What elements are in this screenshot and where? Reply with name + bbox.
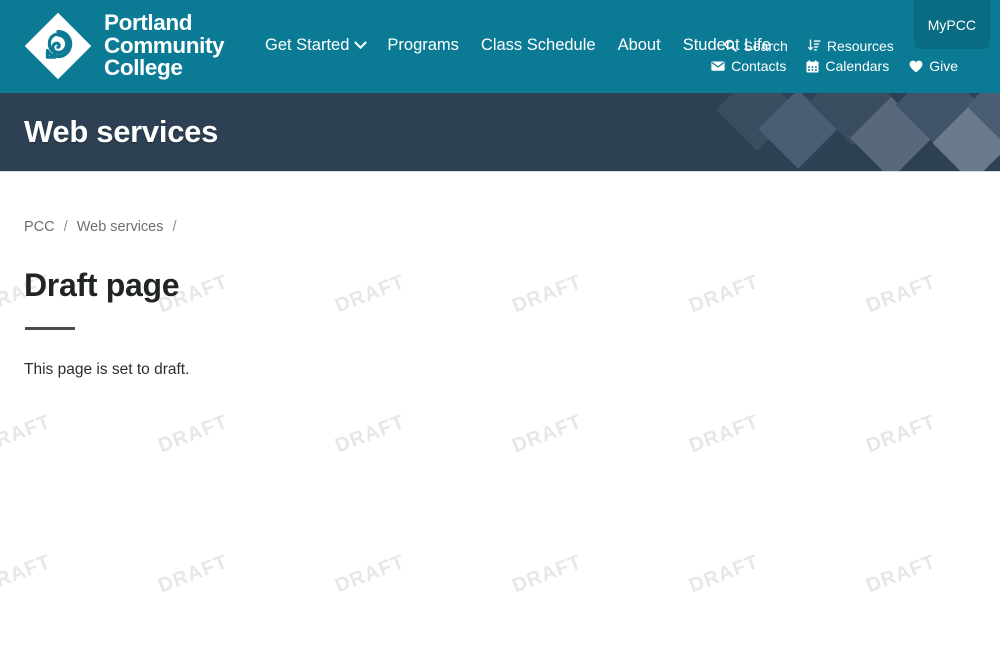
utility-item-mypcc[interactable]: MyPCC — [913, 0, 990, 49]
breadcrumb-separator: / — [63, 219, 68, 235]
utility-label: Contacts — [731, 58, 787, 74]
utility-label: Give — [929, 58, 958, 74]
draft-watermark-text: DRAFT — [332, 410, 409, 458]
utility-navigation: Search Resources MyPCC Contacts Calendar… — [711, 0, 1000, 93]
utility-label: MyPCC — [927, 16, 976, 33]
nav-item-about[interactable]: About — [618, 36, 661, 55]
breadcrumb-item-pcc[interactable]: PCC — [24, 219, 55, 235]
utility-item-calendars[interactable]: Calendars — [806, 58, 889, 74]
main-content: PCC / Web services / Draft page This pag… — [0, 172, 1000, 382]
title-underline-rule — [25, 327, 75, 330]
site-header: Portland Community College Get Started P… — [0, 0, 1000, 93]
brand-line-2: Community — [104, 32, 225, 58]
draft-watermark-text: DRAFT — [155, 410, 232, 458]
breadcrumb: PCC / Web services / — [24, 172, 976, 236]
brand-line-1: Portland — [104, 10, 193, 36]
calendar-icon — [806, 59, 819, 73]
draft-watermark-text: DRAFT — [509, 410, 586, 458]
pcc-diamond-spiral-logo-icon — [24, 12, 92, 80]
draft-watermark-text: DRAFT — [863, 410, 940, 458]
draft-watermark-text: DRAFT — [0, 550, 55, 598]
draft-watermark-text: DRAFT — [686, 550, 763, 598]
nav-item-programs[interactable]: Programs — [387, 36, 459, 55]
utility-label: Search — [743, 37, 788, 54]
nav-label: Get Started — [265, 36, 350, 54]
draft-watermark-text: DRAFT — [332, 550, 409, 598]
page-title: Web services — [24, 114, 219, 149]
content-body-text: This page is set to draft. — [24, 361, 190, 378]
utility-item-contacts[interactable]: Contacts — [711, 58, 786, 74]
breadcrumb-item-web-services[interactable]: Web services — [77, 219, 164, 235]
brand-wordmark: Portland Community College — [104, 10, 225, 81]
draft-watermark-text: DRAFT — [0, 410, 55, 458]
draft-watermark-text: DRAFT — [155, 550, 232, 598]
sort-sliders-icon — [807, 39, 821, 52]
nav-item-class-schedule[interactable]: Class Schedule — [481, 36, 596, 55]
envelope-icon — [711, 60, 725, 72]
brand-line-3: College — [104, 55, 183, 81]
nav-item-get-started[interactable]: Get Started — [265, 36, 368, 55]
search-icon — [724, 39, 738, 52]
utility-item-give[interactable]: Give — [909, 58, 958, 74]
banner-diamond-decoration — [710, 93, 1000, 171]
heart-icon — [909, 60, 923, 73]
page-title-banner: Web services — [0, 93, 1000, 172]
utility-item-resources[interactable]: Resources — [807, 37, 894, 54]
utility-item-search[interactable]: Search — [724, 37, 788, 54]
page-root: Portland Community College Get Started P… — [0, 0, 1000, 648]
utility-nav-row-2: Contacts Calendars Give — [711, 58, 958, 74]
chevron-down-icon — [354, 36, 368, 50]
draft-watermark-text: DRAFT — [686, 410, 763, 458]
primary-navigation: Get Started Programs Class Schedule Abou… — [265, 36, 771, 55]
utility-label: Calendars — [825, 58, 890, 74]
content-heading: Draft page — [24, 267, 180, 303]
draft-watermark-text: DRAFT — [863, 550, 940, 598]
site-logo-link[interactable]: Portland Community College — [24, 10, 225, 81]
breadcrumb-separator: / — [172, 219, 177, 235]
utility-label: Resources — [826, 37, 894, 54]
draft-watermark-text: DRAFT — [509, 550, 586, 598]
